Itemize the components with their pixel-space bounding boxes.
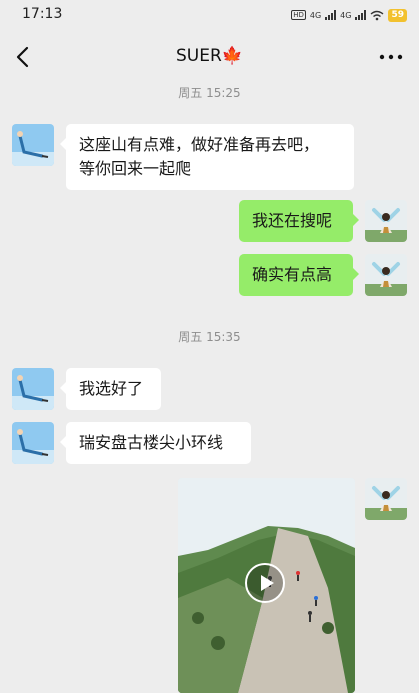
network-label-1: 4G — [309, 10, 322, 20]
message-bubble-left[interactable]: 瑞安盘古楼尖小环线 — [60, 422, 251, 464]
avatar-contact[interactable] — [12, 124, 54, 166]
status-time: 17:13 — [22, 6, 63, 22]
timestamp: 周五 15:25 — [178, 86, 241, 100]
message-bubble-right[interactable]: 我还在搜呢 — [239, 200, 359, 242]
avatar-contact[interactable] — [12, 368, 54, 410]
network-label-2: 4G — [340, 10, 352, 20]
avatar-self[interactable] — [365, 478, 407, 520]
chat-header: SUER🍁 — [0, 36, 419, 80]
avatar-contact[interactable] — [12, 422, 54, 464]
message-bubble-right[interactable]: 确实有点高 — [239, 254, 359, 296]
signal-icon-2 — [355, 10, 367, 20]
avatar-self[interactable] — [365, 200, 407, 242]
message-bubble-left[interactable]: 这座山有点难，做好准备再去吧， 等你回来一起爬 — [60, 124, 354, 190]
wifi-icon — [371, 10, 384, 20]
message-bubble-left[interactable]: 我选好了 — [60, 368, 161, 410]
chat-title: SUER🍁 — [176, 46, 243, 66]
hd-badge: HD — [291, 10, 306, 20]
signal-icon — [325, 10, 337, 20]
more-dots-icon[interactable] — [379, 48, 403, 66]
status-icons: HD 4G 4G 59 — [291, 8, 407, 22]
status-bar: 17:13 HD 4G 4G 59 — [0, 0, 419, 30]
avatar-self[interactable] — [365, 254, 407, 296]
timestamp: 周五 15:35 — [178, 330, 241, 344]
play-icon[interactable] — [244, 562, 286, 604]
video-message[interactable] — [178, 478, 355, 693]
battery-indicator: 59 — [388, 8, 407, 22]
